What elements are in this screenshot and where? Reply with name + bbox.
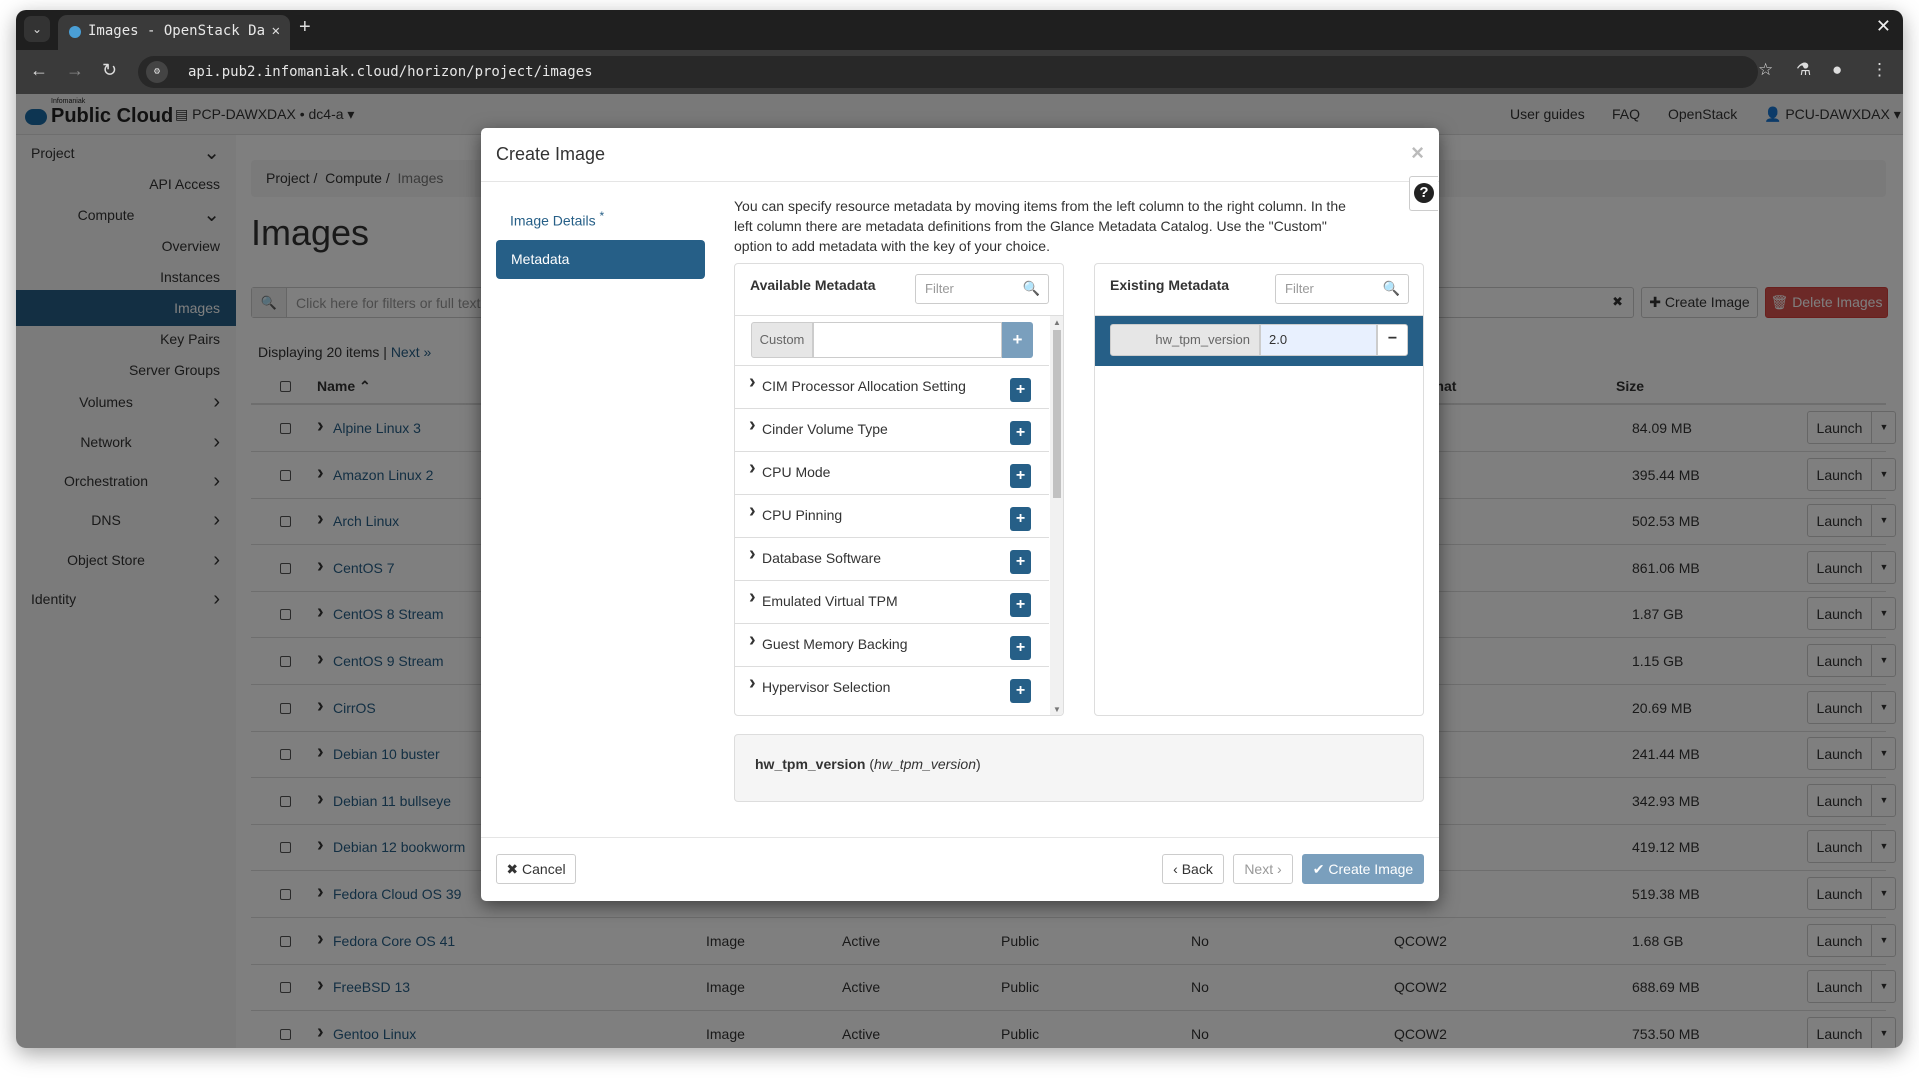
metadata-definition-name: Emulated Virtual TPM [762, 593, 898, 609]
scrollbar[interactable]: ▲ ▼ [1050, 316, 1063, 715]
metadata-definition-name: CPU Pinning [762, 507, 843, 523]
metadata-description: You can specify resource metadata by mov… [734, 198, 1346, 254]
next-button[interactable]: Next › [1233, 854, 1293, 884]
metadata-definition-item[interactable]: › CPU Pinning + [735, 494, 1049, 537]
existing-metadata-item[interactable]: hw_tpm_version 2.0 − [1095, 316, 1423, 366]
help-button[interactable]: ? [1409, 176, 1438, 211]
add-metadata-button[interactable]: + [1010, 421, 1031, 445]
back-label: Back [1181, 861, 1213, 877]
add-metadata-button[interactable]: + [1010, 507, 1031, 531]
url-text: api.pub2.infomaniak.cloud/horizon/projec… [188, 64, 593, 80]
custom-metadata-row: Custom + [751, 322, 1034, 358]
favicon-icon [69, 26, 81, 38]
metadata-definition-item[interactable]: › Hypervisor Selection + [735, 666, 1049, 709]
tab-bar: ⌄ Images - OpenStack Da ✕ + ✕ [16, 10, 1903, 50]
metadata-definition-item[interactable]: › CIM Processor Allocation Setting + [735, 365, 1049, 408]
metadata-definition-name: Hypervisor Selection [762, 679, 891, 695]
new-tab-icon[interactable]: + [299, 16, 311, 39]
reload-icon[interactable]: ↻ [102, 60, 117, 81]
detail-key: hw_tpm_version [874, 756, 976, 772]
chevron-right-icon[interactable]: › [749, 586, 756, 609]
tab-title: Images - OpenStack Da [88, 23, 266, 39]
chevron-right-icon[interactable]: › [749, 672, 756, 695]
existing-filter-input[interactable]: Filter 🔍 [1275, 274, 1409, 304]
add-metadata-button[interactable]: + [1010, 550, 1031, 574]
metadata-definition-item[interactable]: › Guest Memory Backing + [735, 623, 1049, 666]
modal-footer-divider [481, 837, 1439, 838]
add-metadata-button[interactable]: + [1010, 378, 1031, 402]
close-tab-icon[interactable]: ✕ [272, 15, 280, 48]
bookmark-star-icon[interactable]: ☆ [1758, 60, 1773, 80]
scroll-down-icon[interactable]: ▼ [1053, 705, 1061, 714]
metadata-definition-item[interactable]: › Cinder Volume Type + [735, 408, 1049, 451]
available-metadata-title: Available Metadata [750, 277, 876, 293]
add-custom-button[interactable]: + [1002, 322, 1033, 358]
remove-metadata-button[interactable]: − [1377, 324, 1408, 356]
metadata-definition-item[interactable]: › Emulated Virtual TPM + [735, 580, 1049, 623]
site-info-icon[interactable]: ⚙ [146, 61, 168, 83]
metadata-detail-panel: hw_tpm_version (hw_tpm_version) [734, 734, 1424, 802]
custom-key-input[interactable] [813, 322, 1002, 358]
close-modal-icon[interactable]: × [1411, 140, 1424, 166]
required-mark: * [599, 209, 605, 223]
back-button[interactable]: ‹ Back [1162, 854, 1224, 884]
chevron-right-icon[interactable]: › [749, 371, 756, 394]
search-icon: 🔍 [1382, 280, 1400, 296]
scroll-up-icon[interactable]: ▲ [1053, 318, 1061, 327]
modal-header: Create Image × [481, 128, 1439, 182]
filter-placeholder: Filter [925, 281, 954, 296]
cancel-label: Cancel [522, 861, 566, 877]
custom-label: Custom [751, 322, 813, 358]
detail-name: hw_tpm_version [755, 756, 866, 772]
metadata-definition-name: Guest Memory Backing [762, 636, 908, 652]
filter-placeholder: Filter [1285, 281, 1314, 296]
metadata-definition-name: CIM Processor Allocation Setting [762, 378, 966, 394]
cancel-button[interactable]: ✖ Cancel [496, 854, 576, 884]
metadata-definition-item[interactable]: › CPU Mode + [735, 451, 1049, 494]
chevron-right-icon[interactable]: › [749, 414, 756, 437]
step-image-details[interactable]: Image Details * [510, 209, 604, 229]
existing-metadata-title: Existing Metadata [1110, 277, 1230, 293]
chevron-right-icon[interactable]: › [749, 500, 756, 523]
existing-metadata-panel: Existing Metadata Filter 🔍 hw_tpm_version… [1094, 263, 1424, 716]
chevron-right-icon[interactable]: › [749, 543, 756, 566]
metadata-definition-item[interactable]: › Database Software + [735, 537, 1049, 580]
create-label: Create Image [1328, 861, 1414, 877]
menu-kebab-icon[interactable]: ⋮ [1871, 60, 1888, 80]
chevron-right-icon[interactable]: › [749, 629, 756, 652]
chevron-right-icon[interactable]: › [749, 457, 756, 480]
available-filter-input[interactable]: Filter 🔍 [915, 274, 1049, 304]
tab-list-button[interactable]: ⌄ [24, 16, 50, 42]
back-icon[interactable]: ← [30, 60, 48, 81]
browser-tab[interactable]: Images - OpenStack Da ✕ [58, 15, 290, 50]
create-image-submit-button[interactable]: ✔ Create Image [1302, 854, 1424, 884]
metadata-key: hw_tpm_version [1110, 324, 1260, 356]
search-icon: 🔍 [1022, 280, 1040, 296]
forward-icon[interactable]: → [66, 60, 84, 81]
labs-flask-icon[interactable]: ⚗ [1796, 60, 1811, 80]
metadata-definition-name: Database Software [762, 550, 882, 566]
scrollbar-thumb[interactable] [1053, 330, 1061, 498]
close-window-icon[interactable]: ✕ [1876, 16, 1891, 37]
browser-toolbar: ← → ↻ ⚙ api.pub2.infomaniak.cloud/horizon… [16, 50, 1903, 94]
address-bar[interactable]: ⚙ api.pub2.infomaniak.cloud/horizon/proje… [138, 56, 1758, 88]
create-image-modal: Create Image × ? Image Details * Metadat… [481, 128, 1439, 901]
step-metadata[interactable]: Metadata [496, 240, 705, 279]
add-metadata-button[interactable]: + [1010, 593, 1031, 617]
metadata-definition-name: CPU Mode [762, 464, 831, 480]
add-metadata-button[interactable]: + [1010, 679, 1031, 703]
add-metadata-button[interactable]: + [1010, 464, 1031, 488]
question-icon: ? [1414, 183, 1434, 203]
metadata-definition-name: Cinder Volume Type [762, 421, 888, 437]
profile-icon[interactable]: ● [1832, 60, 1842, 80]
metadata-value-input[interactable]: 2.0 [1260, 324, 1377, 356]
next-label: Next [1244, 861, 1274, 877]
available-metadata-panel: Available Metadata Filter 🔍 Custom + › CIM… [734, 263, 1064, 716]
step-label: Image Details [510, 212, 596, 229]
modal-title: Create Image [496, 144, 606, 164]
add-metadata-button[interactable]: + [1010, 636, 1031, 660]
